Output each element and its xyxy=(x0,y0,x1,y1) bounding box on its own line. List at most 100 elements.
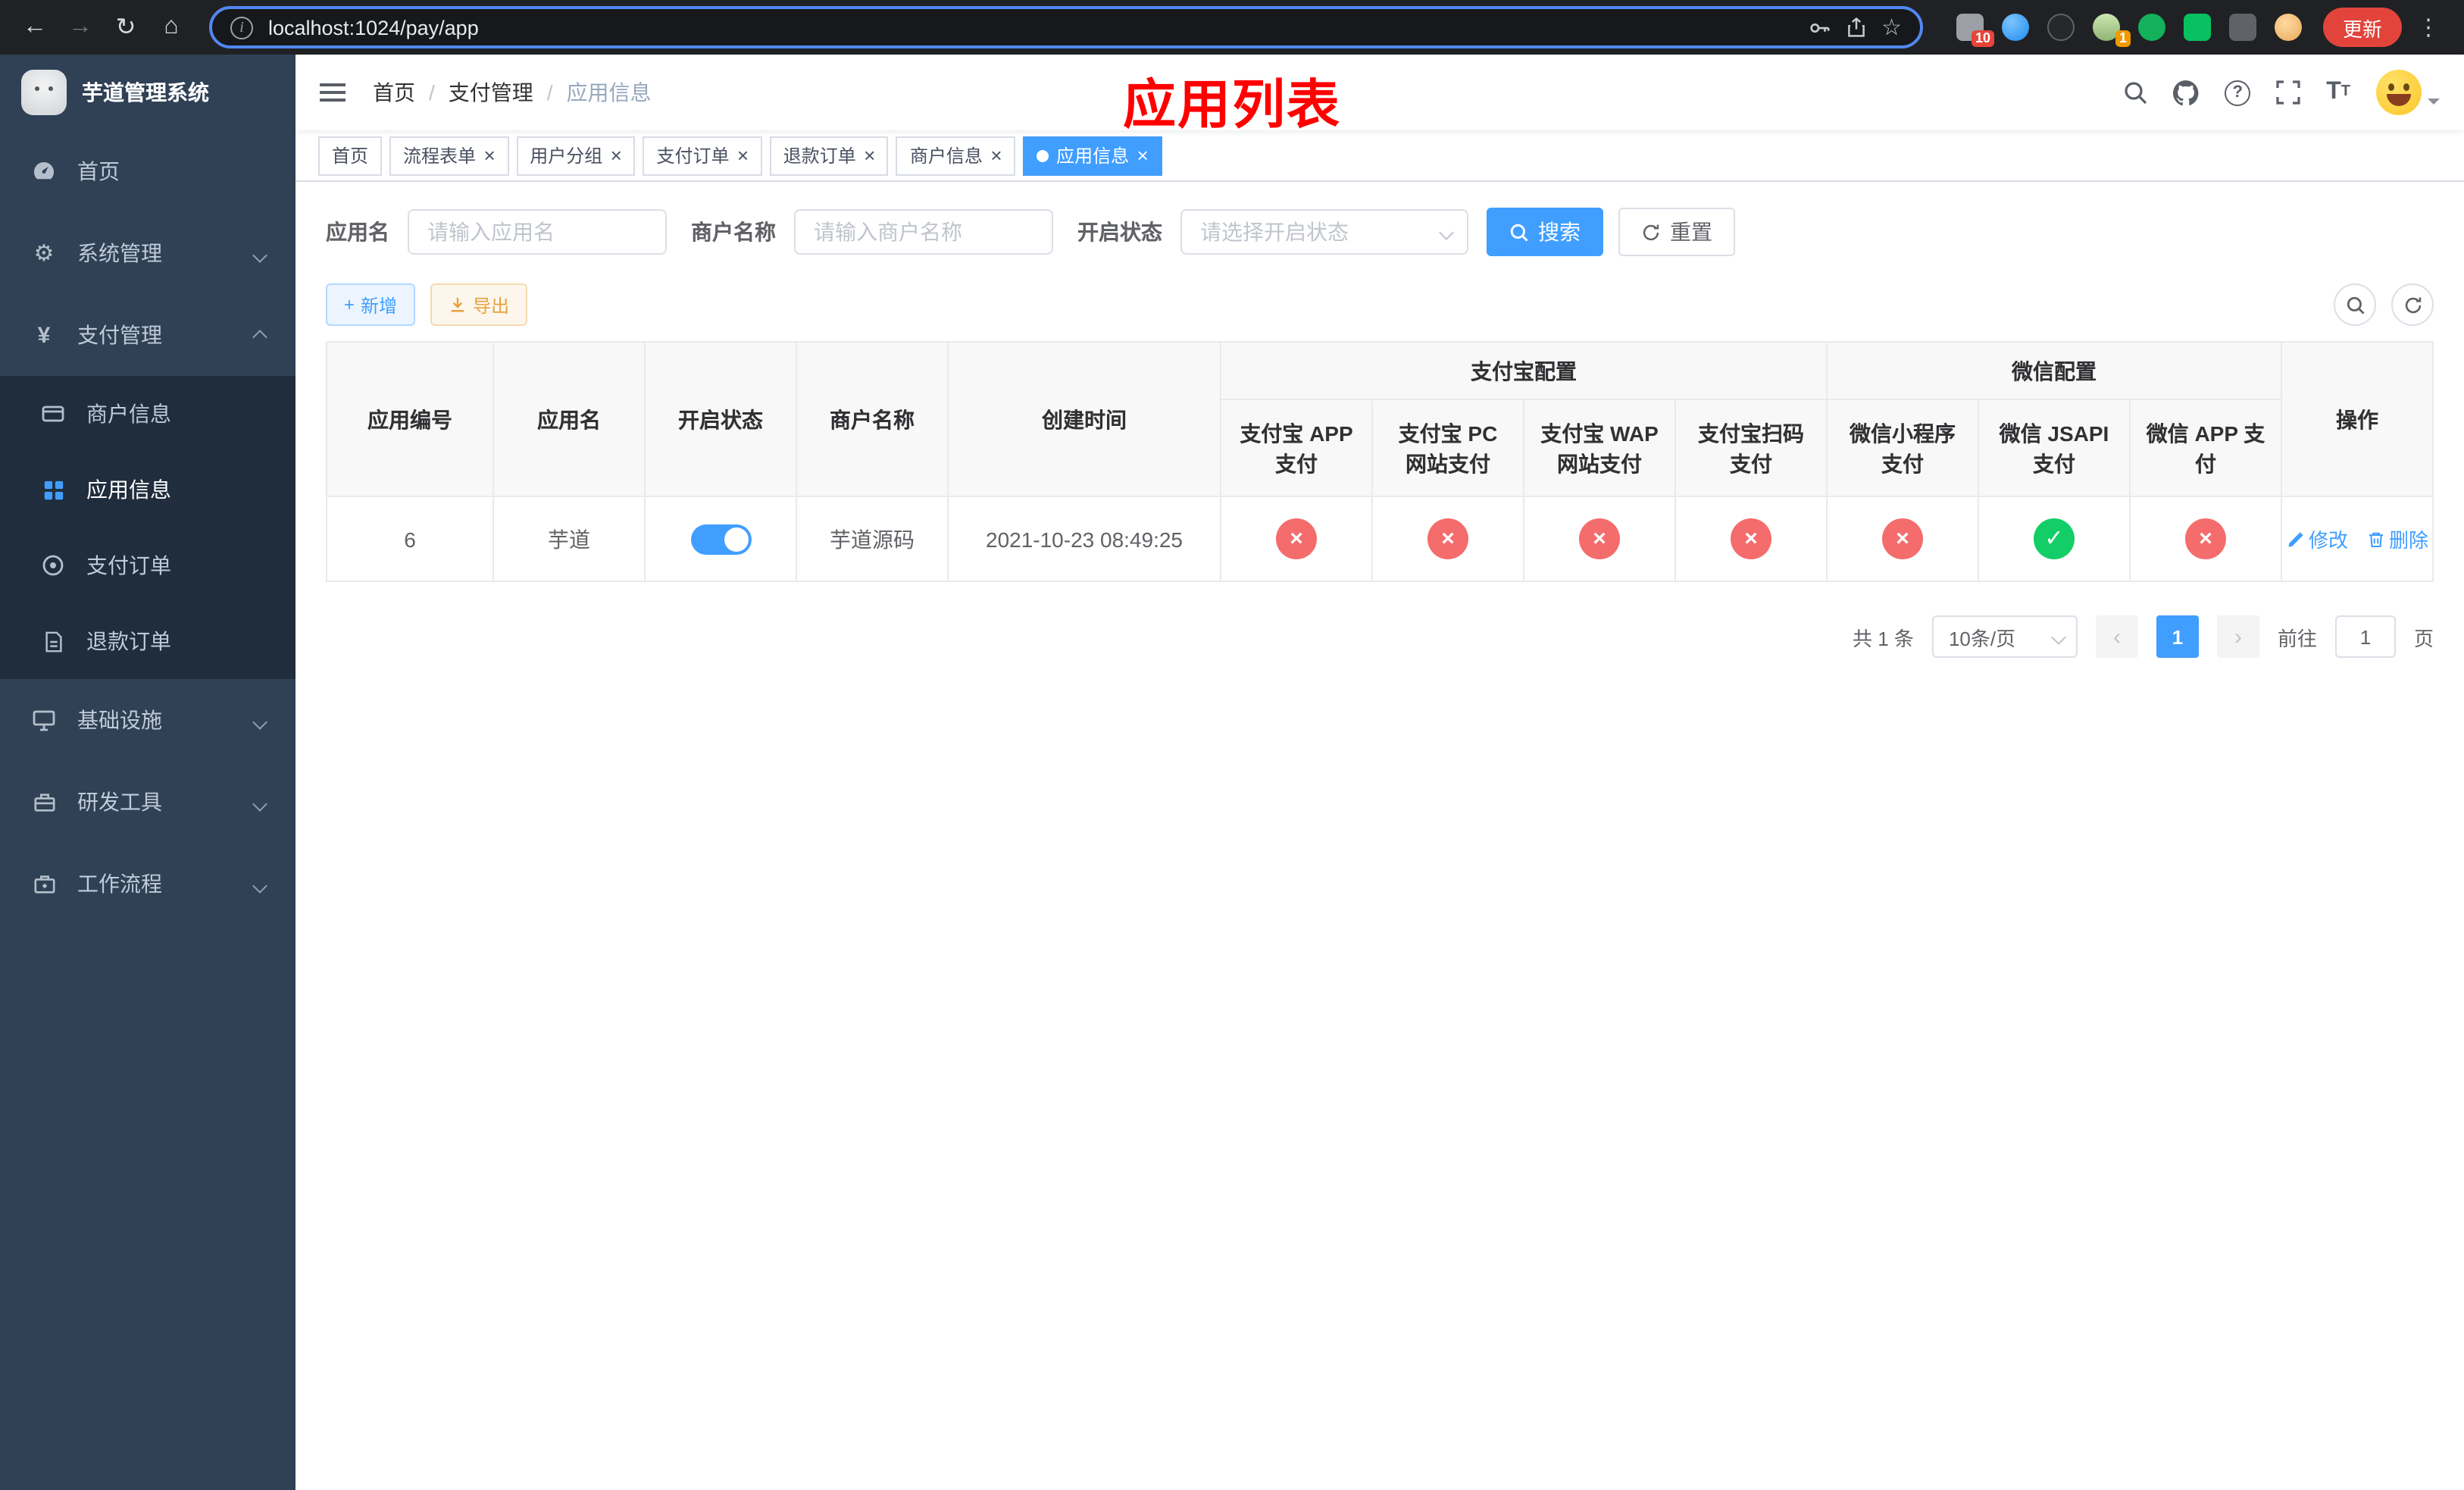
sidebar-item-label: 商户信息 xyxy=(86,402,171,426)
reset-button-label: 重置 xyxy=(1670,220,1712,244)
extension-puzzle-icon[interactable]: 10 xyxy=(1956,14,1994,47)
breadcrumb-separator: / xyxy=(429,80,435,105)
edit-link-label: 修改 xyxy=(2309,529,2349,552)
sidebar-item-label: 支付订单 xyxy=(86,553,171,578)
tab-home[interactable]: 首页 xyxy=(318,136,383,175)
app-name-label: 应用名 xyxy=(326,220,389,244)
extension-dark-puzzle-icon[interactable] xyxy=(2228,14,2256,41)
tab-close-icon[interactable]: × xyxy=(483,146,495,165)
address-bar[interactable]: i localhost:1024/pay/app ☆ xyxy=(209,6,1923,49)
sidebar-item-pay-order[interactable]: 支付订单 xyxy=(0,527,295,603)
row-status-toggle[interactable] xyxy=(690,524,751,554)
group-header-alipay: 支付宝配置 xyxy=(1220,341,1828,400)
bookmark-star-icon[interactable]: ☆ xyxy=(1881,16,1902,39)
tab-process-form[interactable]: 流程表单 × xyxy=(389,136,509,175)
tab-close-icon[interactable]: × xyxy=(864,146,875,165)
briefcase-icon xyxy=(30,872,58,895)
tab-app-info[interactable]: 应用信息 × xyxy=(1023,136,1162,175)
chevron-down-icon xyxy=(252,708,267,732)
search-button-label: 搜索 xyxy=(1538,220,1581,244)
browser-home-icon[interactable]: ⌂ xyxy=(152,8,191,47)
add-button[interactable]: + 新增 xyxy=(326,283,416,326)
browser-reload-icon[interactable]: ↻ xyxy=(106,8,145,47)
extension-green-circle-icon[interactable] xyxy=(2137,14,2165,41)
delete-link[interactable]: 删除 xyxy=(2366,524,2428,553)
export-button[interactable]: 导出 xyxy=(430,283,528,326)
extension-blue-drop-icon[interactable] xyxy=(2001,14,2029,41)
page-info-icon[interactable]: i xyxy=(230,16,253,39)
cell-alipay-pc: × xyxy=(1371,496,1524,582)
url-text[interactable]: localhost:1024/pay/app xyxy=(268,16,479,39)
github-icon[interactable] xyxy=(2173,80,2199,105)
sidebar-item-label: 首页 xyxy=(77,159,120,183)
help-icon[interactable]: ? xyxy=(2225,80,2251,105)
tab-label: 应用信息 xyxy=(1056,146,1130,167)
tab-merchant-info[interactable]: 商户信息 × xyxy=(896,136,1016,175)
sidebar-item-system[interactable]: ⚙ 系统管理 xyxy=(0,212,295,294)
status-select[interactable]: 请选择开启状态 xyxy=(1180,209,1468,255)
next-page-button[interactable]: › xyxy=(2216,615,2259,658)
credit-card-icon xyxy=(39,402,67,426)
search-button[interactable]: 搜索 xyxy=(1487,208,1603,256)
logo-image xyxy=(21,70,67,115)
sidebar-item-app-info[interactable]: 应用信息 xyxy=(0,452,295,527)
tab-user-group[interactable]: 用户分组 × xyxy=(516,136,636,175)
fullscreen-icon[interactable] xyxy=(2276,80,2300,105)
status-circle-icon: × xyxy=(2185,518,2226,559)
breadcrumb-payment[interactable]: 支付管理 xyxy=(449,77,533,108)
tab-close-icon[interactable]: × xyxy=(737,146,749,165)
sidebar-item-infrastructure[interactable]: 基础设施 xyxy=(0,679,295,761)
tab-refund-order[interactable]: 退款订单 × xyxy=(769,136,889,175)
toggle-search-icon-button[interactable] xyxy=(2334,283,2376,326)
chevron-down-icon xyxy=(2051,629,2066,644)
browser-forward-icon[interactable]: → xyxy=(61,8,100,47)
app-name-input[interactable] xyxy=(408,209,667,255)
user-avatar[interactable] xyxy=(2376,70,2440,115)
extension-avatar-icon[interactable]: 1 xyxy=(2092,14,2131,47)
sidebar-item-label: 系统管理 xyxy=(77,241,162,265)
share-icon[interactable] xyxy=(1845,17,1866,38)
chevron-down-icon xyxy=(252,241,267,265)
table-tools xyxy=(2334,283,2434,326)
tab-close-icon[interactable]: × xyxy=(610,146,621,165)
table-toolbar: + 新增 导出 xyxy=(326,283,2434,326)
page-size-select[interactable]: 10条/页 xyxy=(1931,615,2078,658)
password-key-icon[interactable] xyxy=(1807,16,1830,39)
search-icon[interactable] xyxy=(2123,80,2147,105)
prev-page-button[interactable]: ‹ xyxy=(2095,615,2138,658)
breadcrumb-home[interactable]: 首页 xyxy=(373,77,415,108)
extension-dark-circle-icon[interactable] xyxy=(2047,14,2075,41)
sidebar-item-workflow[interactable]: 工作流程 xyxy=(0,843,295,925)
profile-avatar-icon[interactable] xyxy=(2274,14,2302,41)
reset-button[interactable]: 重置 xyxy=(1618,208,1735,256)
tab-label: 首页 xyxy=(332,146,369,167)
goto-page-input[interactable] xyxy=(2334,615,2396,658)
sidebar-item-home[interactable]: 首页 xyxy=(0,130,295,212)
col-header-wx-app: 微信 APP 支付 xyxy=(2128,399,2283,497)
current-page-button[interactable]: 1 xyxy=(2156,615,2199,658)
status-circle-icon: ✓ xyxy=(2034,518,2075,559)
active-tab-dot xyxy=(1037,149,1049,161)
tab-label: 支付订单 xyxy=(656,146,730,167)
sidebar-item-merchant-info[interactable]: 商户信息 xyxy=(0,376,295,452)
sidebar-menu: 首页 ⚙ 系统管理 ¥ 支付管理 商户信息 应用信息 支付订单 退款订单 基础设… xyxy=(0,130,295,925)
app-logo[interactable]: 芋道管理系统 xyxy=(0,55,295,130)
sidebar-item-refund-order[interactable]: 退款订单 xyxy=(0,603,295,679)
edit-link[interactable]: 修改 xyxy=(2286,524,2348,553)
merchant-name-input[interactable] xyxy=(794,209,1053,255)
sidebar-item-payment[interactable]: ¥ 支付管理 xyxy=(0,294,295,376)
extension-badge: 10 xyxy=(1971,30,1994,47)
tab-close-icon[interactable]: × xyxy=(1137,146,1148,165)
chrome-update-button[interactable]: 更新 xyxy=(2322,8,2402,47)
col-header-alipay-qr: 支付宝扫码支付 xyxy=(1674,399,1828,497)
browser-back-icon[interactable]: ← xyxy=(15,8,55,47)
font-size-icon[interactable]: TT xyxy=(2326,80,2350,105)
refresh-icon-button[interactable] xyxy=(2391,283,2434,326)
extension-green-square-icon[interactable] xyxy=(2183,14,2211,41)
browser-menu-icon[interactable]: ⋮ xyxy=(2408,14,2449,41)
tab-close-icon[interactable]: × xyxy=(990,146,1002,165)
sidebar-item-dev-tools[interactable]: 研发工具 xyxy=(0,761,295,843)
breadcrumb-current: 应用信息 xyxy=(566,80,652,105)
tab-pay-order[interactable]: 支付订单 × xyxy=(643,136,762,175)
monitor-icon xyxy=(30,708,58,732)
